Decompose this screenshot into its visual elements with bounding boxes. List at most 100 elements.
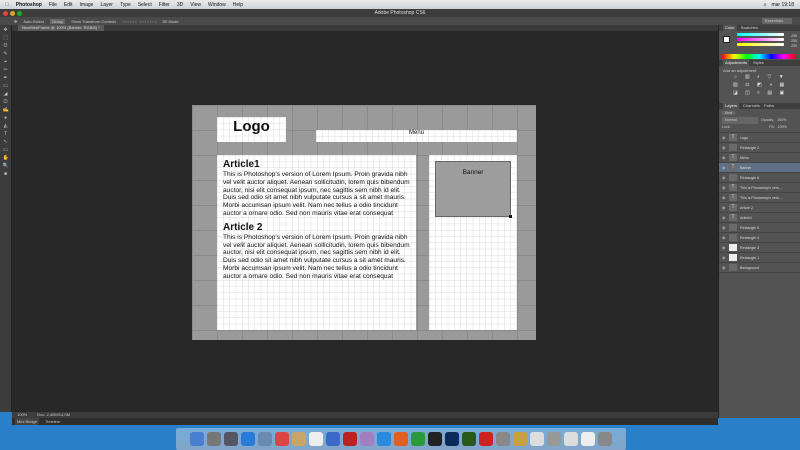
dock-icon-calendar[interactable] — [309, 432, 323, 446]
visibility-eye-icon[interactable]: ◉ — [722, 195, 726, 200]
green-slider[interactable] — [737, 38, 784, 41]
fill-input[interactable]: 100% — [778, 124, 787, 131]
layer-row[interactable]: ◉ Rectangle 2 — [719, 143, 800, 153]
layer-row[interactable]: ◉ Rectangle 6 — [719, 173, 800, 183]
visibility-eye-icon[interactable]: ◉ — [722, 155, 726, 160]
tab-paths[interactable]: Paths — [764, 103, 774, 109]
tool-icon[interactable]: ↖ — [3, 140, 9, 145]
menu-edit[interactable]: Edit — [64, 2, 73, 8]
visibility-eye-icon[interactable]: ◉ — [722, 235, 726, 240]
dock-icon-itunes[interactable] — [326, 432, 340, 446]
dock-icon-photo-booth[interactable] — [343, 432, 357, 446]
tab-color[interactable]: Color — [723, 25, 737, 31]
visibility-eye-icon[interactable]: ◉ — [722, 135, 726, 140]
adjustment-icons[interactable]: ☼ ▥ ◐ ▽ ▼ ▨ ⚖ ◩ ◑ ▦ ◪ ◫ ≈ ▤ ▣ — [723, 73, 796, 97]
tool-icon[interactable]: 🔍 — [3, 164, 9, 169]
tool-icon[interactable]: ▭ — [3, 148, 9, 153]
tool-icon[interactable]: ✎ — [3, 52, 9, 57]
layer-row[interactable]: ◉ T Logo — [719, 133, 800, 143]
menu-view[interactable]: View — [190, 2, 201, 8]
layer-row[interactable]: ◉ Rectangle 5 — [719, 223, 800, 233]
layer-row[interactable]: ◉ Rectangle 3 — [719, 243, 800, 253]
dock-icon-filezilla[interactable] — [479, 432, 493, 446]
layer-row[interactable]: ◉ Background — [719, 263, 800, 273]
tool-icon[interactable]: ⬚ — [3, 36, 9, 41]
dock-icon-app-store[interactable] — [241, 432, 255, 446]
foreground-color-swatch[interactable] — [723, 36, 730, 43]
close-button[interactable] — [3, 11, 8, 16]
dock-icon-utility[interactable] — [496, 432, 510, 446]
blue-slider[interactable] — [737, 43, 784, 46]
logo-box[interactable]: Logo — [217, 117, 286, 142]
menu-window[interactable]: Window — [208, 2, 226, 8]
minimize-button[interactable] — [10, 11, 15, 16]
menu-file[interactable]: File — [49, 2, 57, 8]
tool-icon[interactable]: ✋ — [3, 156, 9, 161]
dock-icon-finder[interactable] — [190, 432, 204, 446]
article-box[interactable]: Article1 This is Photoshop's version of … — [217, 155, 416, 330]
menu-layer[interactable]: Layer — [100, 2, 113, 8]
menu-help[interactable]: Help — [233, 2, 243, 8]
tool-icon[interactable]: ✥ — [3, 28, 9, 33]
visibility-eye-icon[interactable]: ◉ — [722, 255, 726, 260]
search-icon[interactable]: ⌕ — [764, 2, 767, 8]
dock-icon-ps[interactable] — [445, 432, 459, 446]
dock-icon-word[interactable] — [377, 432, 391, 446]
menu-filter[interactable]: Filter — [159, 2, 170, 8]
layer-row[interactable]: ◉ T This is Photoshop's vers... — [719, 193, 800, 203]
b-value[interactable]: 255 — [791, 44, 797, 49]
dock-icon-guitar[interactable] — [513, 432, 527, 446]
tab-styles[interactable]: Styles — [753, 60, 764, 66]
visibility-eye-icon[interactable]: ◉ — [722, 225, 726, 230]
menu-type[interactable]: Type — [120, 2, 131, 8]
layer-row[interactable]: ◉ Rectangle 1 — [719, 253, 800, 263]
menu-select[interactable]: Select — [138, 2, 152, 8]
tool-icon[interactable]: ✍ — [3, 108, 9, 113]
dock-icon-preview[interactable] — [258, 432, 272, 446]
visibility-eye-icon[interactable]: ◉ — [722, 265, 726, 270]
dock-icon-documents[interactable] — [564, 432, 578, 446]
dock-icon-camera[interactable] — [428, 432, 442, 446]
opacity-input[interactable]: 100% — [777, 117, 786, 124]
layer-row[interactable]: ◉ T Menu — [719, 153, 800, 163]
layer-row[interactable]: ◉ Rectangle 4 — [719, 233, 800, 243]
tab-channels[interactable]: Channels — [743, 103, 760, 109]
visibility-eye-icon[interactable]: ◉ — [722, 245, 726, 250]
visibility-eye-icon[interactable]: ◉ — [722, 165, 726, 170]
zoom-button[interactable] — [17, 11, 22, 16]
align-icons[interactable]: ▫ ▫ ▫ ▫ ▫ ▫ ▫ ▫ ▫ ▫ ▫ ▫ ▫ — [122, 19, 156, 24]
kind-filter[interactable]: Kind — [722, 111, 736, 115]
visibility-eye-icon[interactable]: ◉ — [722, 175, 726, 180]
menu-image[interactable]: Image — [80, 2, 94, 8]
tool-icon[interactable]: ⎚ — [3, 100, 9, 105]
tool-icon[interactable]: ● — [3, 116, 9, 121]
banner-box[interactable]: Banner — [435, 161, 512, 218]
tab-layers[interactable]: Layers — [723, 103, 740, 109]
dock-icon-trash[interactable] — [598, 432, 612, 446]
tool-icon[interactable]: ■ — [3, 172, 9, 177]
document-canvas[interactable]: Logo Menu Article1 This is Photoshop's v… — [192, 105, 536, 340]
dock-icon-disk[interactable] — [530, 432, 544, 446]
menu-box[interactable]: Menu — [316, 130, 517, 142]
red-slider[interactable] — [737, 33, 784, 36]
layer-row[interactable]: ◉ T Article1 — [719, 213, 800, 223]
clock[interactable]: mar 19:18 — [771, 2, 794, 8]
visibility-eye-icon[interactable]: ◉ — [722, 145, 726, 150]
group-select[interactable]: Group — [50, 18, 66, 24]
layer-row[interactable]: ◉ T Article 2 — [719, 203, 800, 213]
layer-row[interactable]: ◉ T Banner — [719, 163, 800, 173]
apple-icon[interactable]:  — [5, 2, 9, 8]
move-tool-icon[interactable]: ✥ — [14, 19, 17, 24]
tool-icon[interactable]: ✒ — [3, 76, 9, 81]
tab-adjustments[interactable]: Adjustments — [723, 60, 750, 66]
tab-swatches[interactable]: Swatches — [741, 25, 758, 31]
dock-icon-launchpad[interactable] — [207, 432, 221, 446]
transform-handle[interactable] — [509, 215, 512, 218]
dock-icon-downloads[interactable] — [547, 432, 561, 446]
blend-mode[interactable]: Normal — [722, 117, 758, 124]
dock-icon-notes[interactable] — [292, 432, 306, 446]
sidebar-box[interactable]: Banner — [429, 155, 517, 330]
tool-icon[interactable]: ▭ — [3, 84, 9, 89]
dock-icon-orb[interactable] — [360, 432, 374, 446]
dock-icon-excel[interactable] — [411, 432, 425, 446]
